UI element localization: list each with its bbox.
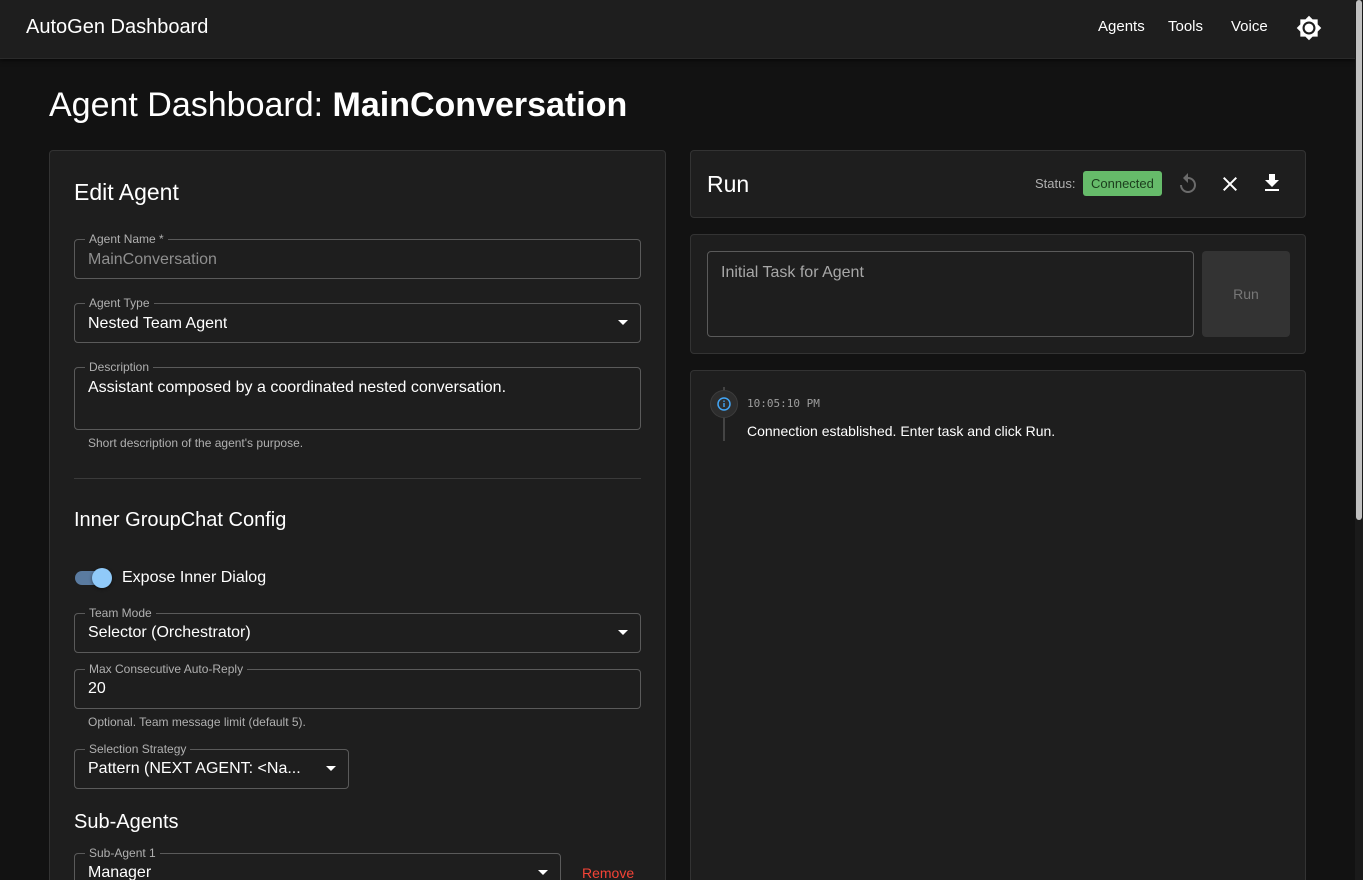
- scrollbar-thumb[interactable]: [1356, 0, 1362, 520]
- description-field[interactable]: Description Assistant composed by a coor…: [74, 360, 641, 430]
- team-mode-value: Selector (Orchestrator): [88, 624, 251, 641]
- agent-type-value: Nested Team Agent: [88, 315, 228, 332]
- sub-agent-1-select[interactable]: Sub-Agent 1 Manager: [74, 846, 561, 880]
- page-title-agent-name: MainConversation: [332, 86, 628, 124]
- log-timestamp: 10:05:10 PM: [747, 397, 820, 410]
- team-mode-label: Team Mode: [85, 606, 156, 620]
- log-message: Connection established. Enter task and c…: [747, 423, 1056, 439]
- sub-agents-heading: Sub-Agents: [74, 811, 179, 833]
- nav-voice[interactable]: Voice: [1231, 18, 1268, 35]
- max-auto-reply-helper: Optional. Team message limit (default 5)…: [88, 715, 306, 729]
- run-header-card: Run Status: Connected: [690, 150, 1306, 218]
- agent-type-label: Agent Type: [85, 296, 154, 310]
- section-divider: [74, 478, 641, 479]
- selection-strategy-value: Pattern (NEXT AGENT: <Na...: [88, 760, 301, 777]
- brightness-icon[interactable]: [1296, 15, 1322, 41]
- description-label: Description: [85, 360, 154, 374]
- remove-sub-agent-button[interactable]: Remove: [582, 865, 634, 880]
- inner-groupchat-heading: Inner GroupChat Config: [74, 509, 287, 531]
- expose-inner-dialog-label[interactable]: Expose Inner Dialog: [122, 569, 266, 587]
- toggle-knob: [92, 568, 112, 588]
- chevron-down-icon: [618, 630, 628, 635]
- app-bar: AutoGen Dashboard Agents Tools Voice: [0, 0, 1355, 59]
- status-label: Status:: [1035, 176, 1076, 191]
- selection-strategy-select[interactable]: Selection Strategy Pattern (NEXT AGENT: …: [74, 742, 349, 789]
- close-icon[interactable]: [1218, 172, 1242, 196]
- nav-tools[interactable]: Tools: [1168, 18, 1203, 35]
- agent-name-field[interactable]: Agent Name * MainConversation: [74, 232, 641, 279]
- status-badge: Connected: [1083, 171, 1162, 196]
- log-card: 10:05:10 PM Connection established. Ente…: [690, 370, 1306, 880]
- edit-agent-card: Edit Agent Agent Name * MainConversation…: [49, 150, 666, 880]
- task-input[interactable]: Initial Task for Agent: [707, 251, 1194, 337]
- description-value: Assistant composed by a coordinated nest…: [88, 379, 507, 396]
- nav-agents[interactable]: Agents: [1098, 18, 1145, 35]
- description-helper: Short description of the agent's purpose…: [88, 436, 304, 450]
- chevron-down-icon: [326, 766, 336, 771]
- edit-agent-heading: Edit Agent: [74, 179, 179, 205]
- max-auto-reply-value: 20: [88, 680, 106, 697]
- sub-agent-1-label: Sub-Agent 1: [85, 846, 160, 860]
- page-title: Agent Dashboard: MainConversation: [49, 86, 627, 125]
- task-card: Initial Task for Agent Run: [690, 234, 1306, 354]
- max-auto-reply-label: Max Consecutive Auto-Reply: [85, 662, 248, 676]
- agent-name-label: Agent Name *: [85, 232, 168, 246]
- expose-inner-dialog-toggle[interactable]: [75, 568, 113, 588]
- chevron-down-icon: [538, 870, 548, 875]
- max-auto-reply-field[interactable]: Max Consecutive Auto-Reply 20: [74, 662, 641, 709]
- run-heading: Run: [707, 171, 750, 197]
- task-input-placeholder: Initial Task for Agent: [721, 264, 864, 281]
- team-mode-select[interactable]: Team Mode Selector (Orchestrator): [74, 606, 641, 653]
- page-title-prefix: Agent Dashboard:: [49, 86, 333, 124]
- restart-icon[interactable]: [1176, 172, 1200, 196]
- page-scrollbar[interactable]: [1355, 0, 1363, 880]
- download-icon[interactable]: [1260, 171, 1284, 195]
- selection-strategy-label: Selection Strategy: [85, 742, 191, 756]
- agent-name-value: MainConversation: [88, 251, 217, 268]
- sub-agent-1-value: Manager: [88, 864, 152, 880]
- chevron-down-icon: [618, 320, 628, 325]
- app-title[interactable]: AutoGen Dashboard: [26, 16, 208, 39]
- info-icon: [710, 390, 738, 418]
- agent-type-select[interactable]: Agent Type Nested Team Agent: [74, 296, 641, 343]
- run-button[interactable]: Run: [1202, 251, 1290, 337]
